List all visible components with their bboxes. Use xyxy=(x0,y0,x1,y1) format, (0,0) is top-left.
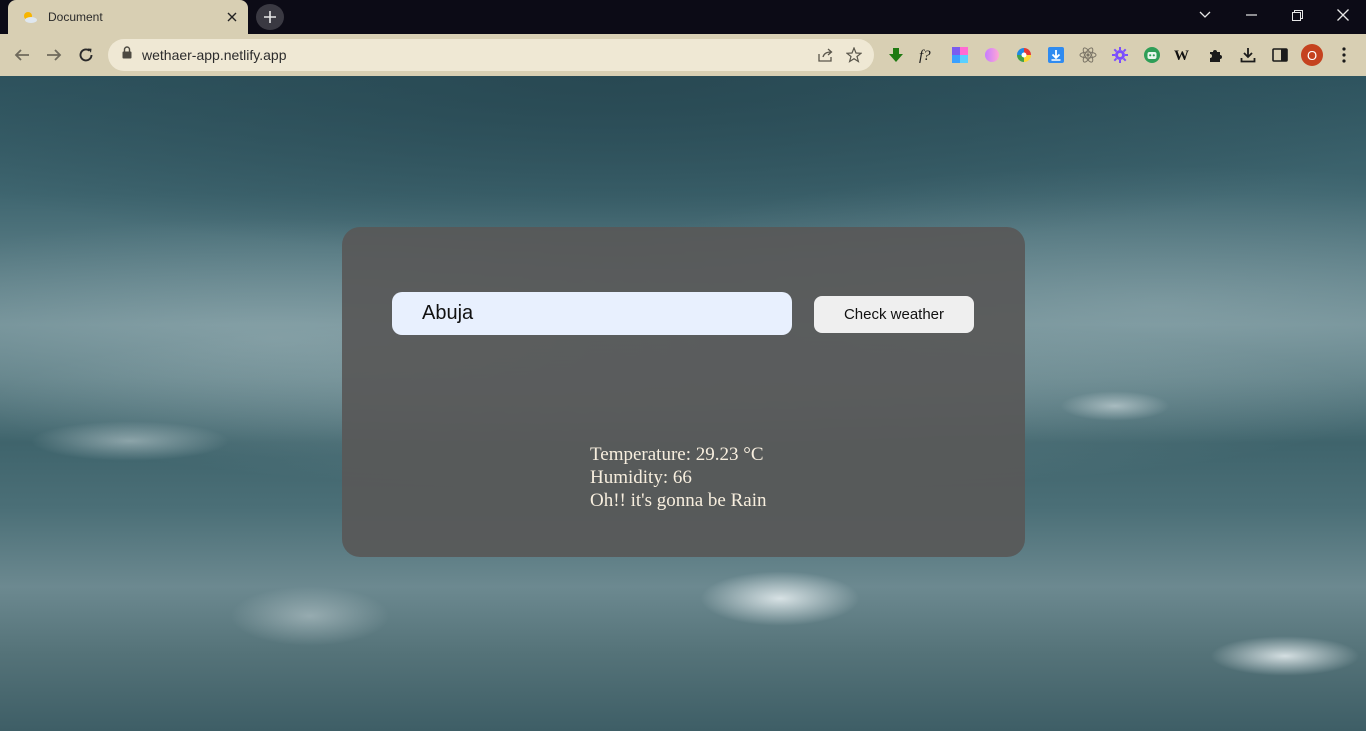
humidity-text: Humidity: 66 xyxy=(590,467,692,488)
browser-tab[interactable]: Document xyxy=(8,0,248,34)
new-tab-button[interactable] xyxy=(256,4,284,30)
restore-icon[interactable] xyxy=(1274,0,1320,30)
weather-result: Temperature: 29.23 °C Humidity: 66 Oh!! … xyxy=(590,443,850,512)
svg-text:f?: f? xyxy=(919,48,931,64)
font-question-icon[interactable]: f? xyxy=(916,43,940,67)
download-arrow-icon[interactable] xyxy=(884,43,908,67)
address-bar[interactable]: wethaer-app.netlify.app xyxy=(108,39,874,71)
tab-search-chevron-icon[interactable] xyxy=(1182,0,1228,30)
browser-window: Document wethaer-app.netlify.app f? W O … xyxy=(0,0,1366,731)
tab-title: Document xyxy=(48,10,103,24)
weather-card: Check weather Temperature: 29.23 °C Humi… xyxy=(342,227,1025,557)
puzzle-icon[interactable] xyxy=(1204,43,1228,67)
temperature-text: Temperature: 29.23 °C xyxy=(590,444,764,465)
color-blocks-icon[interactable] xyxy=(948,43,972,67)
react-atom-icon[interactable] xyxy=(1076,43,1100,67)
tab-close-icon[interactable] xyxy=(224,9,240,25)
browser-toolbar: wethaer-app.netlify.app f? W O xyxy=(0,34,1366,76)
purple-gear-icon[interactable] xyxy=(1108,43,1132,67)
downloads-icon[interactable] xyxy=(1236,43,1260,67)
wave-crest xyxy=(230,586,390,646)
page-viewport: Check weather Temperature: 29.23 °C Humi… xyxy=(0,76,1366,731)
lock-icon[interactable] xyxy=(122,46,132,64)
color-wheel-icon[interactable] xyxy=(1012,43,1036,67)
condition-text: Oh!! it's gonna be Rain xyxy=(590,490,767,511)
wave-crest xyxy=(1210,636,1360,676)
share-icon[interactable] xyxy=(812,41,840,69)
back-icon[interactable] xyxy=(7,40,37,70)
menu-kebab-icon[interactable] xyxy=(1332,43,1356,67)
bookmark-star-icon[interactable] xyxy=(840,41,868,69)
gradient-blob-icon[interactable] xyxy=(980,43,1004,67)
side-panel-icon[interactable] xyxy=(1268,43,1292,67)
profile-initial: O xyxy=(1301,44,1323,66)
city-search-input[interactable] xyxy=(392,292,792,335)
wave-crest xyxy=(700,571,860,626)
reload-icon[interactable] xyxy=(71,40,101,70)
tab-strip: Document xyxy=(0,0,1366,34)
minimize-icon[interactable] xyxy=(1228,0,1274,30)
wave-crest xyxy=(1060,391,1170,421)
profile-avatar[interactable]: O xyxy=(1300,43,1324,67)
wave-crest xyxy=(30,421,230,461)
wikipedia-icon[interactable]: W xyxy=(1172,43,1196,67)
close-window-icon[interactable] xyxy=(1320,0,1366,30)
svg-text:W: W xyxy=(1174,48,1189,63)
forward-icon[interactable] xyxy=(39,40,69,70)
weather-sun-cloud-icon xyxy=(22,9,38,25)
url-text[interactable]: wethaer-app.netlify.app xyxy=(142,47,812,63)
green-robot-icon[interactable] xyxy=(1140,43,1164,67)
check-weather-button[interactable]: Check weather xyxy=(814,296,974,333)
blue-download-icon[interactable] xyxy=(1044,43,1068,67)
